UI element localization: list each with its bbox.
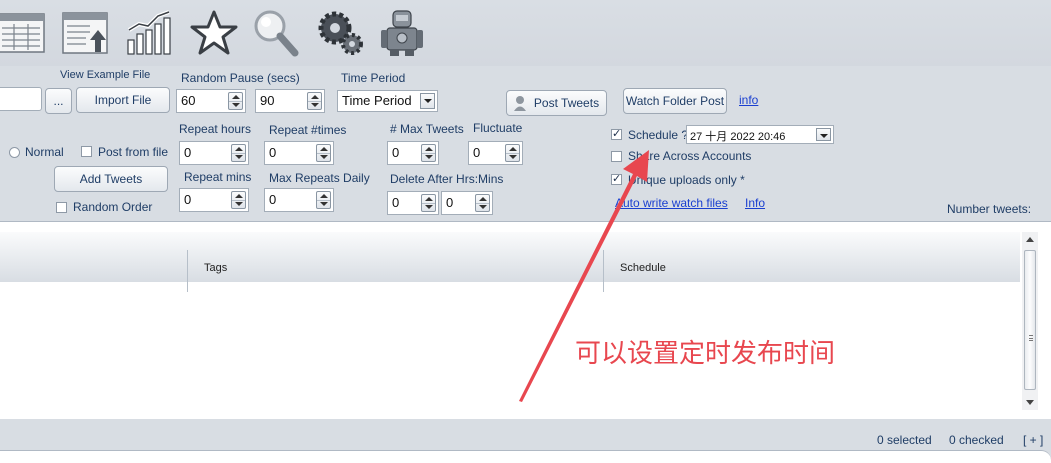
- unique-uploads-label: Unique uploads only *: [628, 173, 745, 187]
- grid-header: Tags Schedule: [0, 232, 1020, 292]
- magnifier-icon[interactable]: [250, 8, 300, 58]
- robot-icon[interactable]: [377, 8, 427, 58]
- delete-mins-spinner[interactable]: [475, 194, 490, 212]
- delete-mins-value: 0: [446, 195, 454, 210]
- repeat-mins-spinner[interactable]: [231, 191, 246, 209]
- number-tweets-label: Number tweets:: [947, 202, 1032, 216]
- repeat-mins-input[interactable]: 0: [179, 188, 249, 212]
- info-link-2[interactable]: Info: [745, 196, 765, 210]
- max-repeats-daily-label: Max Repeats Daily: [269, 171, 370, 185]
- schedule-datetime-picker[interactable]: 27 十月 2022 20:46: [686, 125, 834, 144]
- time-period-value: Time Period: [342, 93, 412, 108]
- column-separator[interactable]: [187, 250, 188, 292]
- random-pause-label: Random Pause (secs): [181, 71, 300, 85]
- selected-count: 0 selected: [877, 433, 932, 447]
- share-across-accounts-label: Share Across Accounts: [628, 149, 752, 163]
- chevron-down-icon[interactable]: [420, 93, 435, 109]
- max-repeats-daily-value: 0: [269, 192, 277, 207]
- upload-sheet-icon[interactable]: [60, 8, 110, 58]
- pause-max-input[interactable]: 90: [255, 89, 325, 113]
- post-tweets-label: Post Tweets: [533, 96, 600, 110]
- pause-min-input[interactable]: 60: [176, 89, 246, 113]
- delete-hours-value: 0: [392, 195, 400, 210]
- browse-button[interactable]: ...: [45, 88, 72, 114]
- max-tweets-spinner[interactable]: [421, 144, 436, 162]
- repeat-times-spinner[interactable]: [316, 144, 331, 162]
- post-tweets-button[interactable]: Post Tweets: [506, 90, 607, 116]
- delete-hours-spinner[interactable]: [421, 194, 436, 212]
- repeat-hours-input[interactable]: 0: [179, 141, 249, 165]
- normal-label: Normal: [25, 145, 64, 159]
- repeat-mins-label: Repeat mins: [184, 170, 252, 184]
- file-path-input[interactable]: [0, 87, 42, 111]
- repeat-mins-value: 0: [184, 192, 192, 207]
- unique-uploads-checkbox[interactable]: [611, 172, 622, 185]
- user-icon: [514, 96, 526, 111]
- star-icon[interactable]: [189, 8, 239, 58]
- scroll-down-icon[interactable]: [1026, 400, 1034, 405]
- fluctuate-value: 0: [473, 145, 481, 160]
- post-from-file-checkbox[interactable]: [81, 146, 92, 157]
- delete-hours-input[interactable]: 0: [387, 191, 439, 215]
- column-header-schedule[interactable]: Schedule: [620, 262, 666, 274]
- max-tweets-value: 0: [392, 145, 400, 160]
- post-from-file-label: Post from file: [98, 145, 169, 159]
- random-order-checkbox[interactable]: [56, 202, 67, 213]
- repeat-times-value: 0: [269, 145, 277, 160]
- repeat-times-input[interactable]: 0: [264, 141, 334, 165]
- max-tweets-label: # Max Tweets: [390, 122, 464, 136]
- pause-max-spinner[interactable]: [307, 92, 322, 110]
- tweets-grid[interactable]: Tags Schedule: [0, 221, 1051, 419]
- schedule-datetime-value: 27 十月 2022 20:46: [690, 131, 786, 143]
- view-example-file-label[interactable]: View Example File: [60, 69, 150, 81]
- repeat-times-label: Repeat #times: [269, 123, 347, 137]
- repeat-hours-value: 0: [184, 145, 192, 160]
- normal-radio[interactable]: [9, 147, 20, 158]
- fluctuate-spinner[interactable]: [505, 144, 520, 162]
- grid-sheet-icon[interactable]: [0, 8, 46, 58]
- toolbar: [0, 0, 1051, 66]
- delete-after-label: Delete After Hrs:Mins: [390, 172, 504, 186]
- repeat-hours-label: Repeat hours: [179, 122, 252, 136]
- calendar-dropdown-icon[interactable]: [816, 128, 831, 141]
- bottom-panel: [0, 450, 1051, 463]
- import-file-button[interactable]: Import File: [76, 87, 170, 113]
- chart-icon[interactable]: [124, 8, 174, 58]
- annotation-caption: 可以设置定时发布时间: [575, 339, 836, 369]
- max-repeats-daily-input[interactable]: 0: [264, 188, 334, 212]
- time-period-select[interactable]: Time Period: [337, 90, 438, 112]
- time-period-label: Time Period: [341, 71, 406, 85]
- fluctuate-input[interactable]: 0: [468, 141, 523, 165]
- share-across-accounts-checkbox[interactable]: [611, 151, 622, 162]
- scroll-up-icon[interactable]: [1026, 237, 1034, 242]
- gears-icon[interactable]: [315, 8, 365, 58]
- delete-mins-input[interactable]: 0: [441, 191, 493, 215]
- max-repeats-daily-spinner[interactable]: [316, 191, 331, 209]
- expand-button[interactable]: [ + ]: [1023, 433, 1043, 447]
- fluctuate-label: Fluctuate: [473, 121, 523, 135]
- status-bar: 0 selected 0 checked [ + ]: [0, 425, 1051, 451]
- repeat-hours-spinner[interactable]: [231, 144, 246, 162]
- schedule-checkbox[interactable]: [611, 127, 622, 140]
- watch-folder-post-button[interactable]: Watch Folder Post: [623, 88, 727, 114]
- column-separator[interactable]: [603, 250, 604, 292]
- random-order-label: Random Order: [73, 200, 153, 214]
- add-tweets-button[interactable]: Add Tweets: [54, 166, 168, 192]
- scroll-thumb[interactable]: [1024, 250, 1036, 390]
- grid-vertical-scrollbar[interactable]: [1022, 232, 1038, 410]
- checked-count: 0 checked: [949, 433, 1004, 447]
- schedule-label: Schedule ?: [628, 128, 689, 142]
- pause-max-value: 90: [260, 93, 275, 108]
- auto-write-watch-files-link[interactable]: Auto write watch files: [615, 196, 728, 210]
- pause-min-spinner[interactable]: [228, 92, 243, 110]
- pause-min-value: 60: [181, 93, 196, 108]
- info-link[interactable]: info: [739, 93, 758, 107]
- max-tweets-input[interactable]: 0: [387, 141, 439, 165]
- column-header-tags[interactable]: Tags: [204, 262, 227, 274]
